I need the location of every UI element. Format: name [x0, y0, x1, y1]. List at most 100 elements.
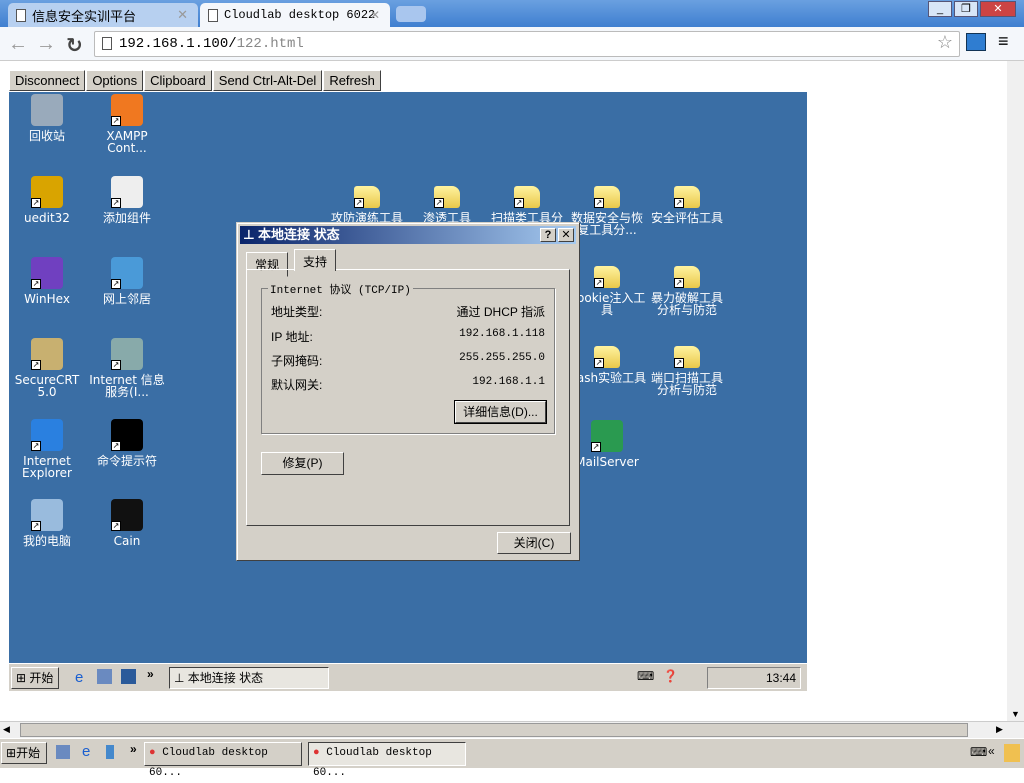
icon-label: Internet Explorer [22, 454, 72, 480]
browser-toolbar: ← → ↻ 192.168.1.100/122.html ☆ ≡ [0, 27, 1024, 61]
row-label: 子网掩码: [271, 354, 323, 368]
desktop-icon-folder[interactable]: ↗ 安全评估工具 [647, 180, 727, 224]
details-button[interactable]: 详细信息(D)... [454, 400, 547, 424]
options-button[interactable]: Options [86, 70, 144, 91]
quicklaunch-icon[interactable] [97, 669, 112, 684]
tab-support[interactable]: 支持 [294, 249, 337, 271]
task-label: Cloudlab desktop 60... [313, 747, 432, 779]
desktop-icon-ultraedit[interactable]: ↗ uedit32 [9, 176, 87, 224]
scroll-thumb[interactable] [20, 723, 968, 737]
desktop-icon-xampp[interactable]: ↗ XAMPP Cont... [87, 94, 167, 154]
disconnect-button[interactable]: Disconnect [9, 70, 86, 91]
back-icon[interactable]: ← [8, 33, 28, 56]
cmd-icon: ↗ [111, 419, 143, 451]
task-cloudlab-2[interactable]: ● Cloudlab desktop 60... [308, 742, 466, 779]
desktop-icon-securecrt[interactable]: ↗ SecureCRT 5.0 [9, 338, 87, 398]
desktop-icon-folder[interactable]: ↗ 攻防演练工具 [327, 180, 407, 224]
system-tray: 13:44 [707, 667, 801, 689]
extension-icon[interactable] [966, 33, 986, 51]
keyboard-icon[interactable]: ⌨ [637, 669, 654, 683]
folder-icon: ↗ [594, 346, 620, 368]
shortcut-arrow-icon: ↗ [111, 360, 121, 370]
shortcut-arrow-icon: ↗ [674, 198, 684, 208]
reload-icon[interactable]: ↻ [66, 33, 83, 58]
close-window-button[interactable]: ✕ [980, 1, 1016, 17]
quicklaunch-icon[interactable] [121, 669, 136, 684]
ie-quicklaunch-icon[interactable]: e [82, 743, 90, 760]
icon-label: 数据安全与恢复工具分... [570, 211, 643, 237]
desktop-icon-cmd[interactable]: ↗ 命令提示符 [87, 419, 167, 467]
close-tab-icon[interactable]: ✕ [177, 7, 188, 23]
icon-label: Cookie注入工具 [568, 291, 646, 317]
send-ctrl-alt-del-button[interactable]: Send Ctrl-Alt-Del [212, 70, 323, 91]
new-tab-button[interactable] [396, 6, 426, 22]
keyboard-icon[interactable]: ⌨ [970, 745, 987, 759]
task-cloudlab-1[interactable]: ● Cloudlab desktop 60... [144, 742, 302, 779]
repair-button[interactable]: 修复(P) [261, 452, 344, 475]
bookmark-star-icon[interactable]: ☆ [937, 32, 953, 56]
refresh-button[interactable]: Refresh [323, 70, 381, 91]
row-label: 地址类型: [271, 305, 323, 319]
icon-label: Internet 信息服务(I... [89, 373, 165, 399]
menu-icon[interactable]: ≡ [998, 31, 1009, 52]
task-label: 本地连接 状态 [187, 671, 264, 685]
desktop-icon-folder[interactable]: ↗ 渗透工具 [407, 180, 487, 224]
desktop-icon-iis[interactable]: ↗ Internet 信息服务(I... [87, 338, 167, 398]
network-places-icon: ↗ [111, 257, 143, 289]
desktop-icon-recycle-bin[interactable]: 回收站 [9, 94, 87, 142]
desktop-icon-folder[interactable]: ↗ 端口扫描工具分析与防范 [647, 340, 727, 396]
start-button[interactable]: ⊞开始 [1, 742, 47, 764]
task-local-connection[interactable]: ⊥ 本地连接 状态 [169, 667, 329, 689]
close-button[interactable]: 关闭(C) [497, 532, 571, 554]
help-button[interactable]: ? [540, 228, 556, 242]
ie-icon: ↗ [31, 419, 63, 451]
row-label: IP 地址: [271, 330, 313, 344]
desktop-icon-folder[interactable]: ↗ 暴力破解工具分析与防范 [647, 260, 727, 316]
start-button[interactable]: ⊞ 开始 [11, 667, 59, 689]
quicklaunch-icon[interactable] [106, 745, 114, 759]
tray-expand-icon[interactable]: « [988, 744, 995, 758]
icon-label: MailServer [575, 455, 639, 469]
forward-icon[interactable]: → [36, 33, 56, 56]
address-bar[interactable]: 192.168.1.100/122.html ☆ [94, 31, 960, 57]
shortcut-arrow-icon: ↗ [354, 198, 364, 208]
iis-icon: ↗ [111, 338, 143, 370]
horizontal-scrollbar[interactable]: ◀ ▶ [0, 721, 1024, 738]
restore-button[interactable]: ❐ [954, 1, 978, 17]
mailserver-icon: ↗ [591, 420, 623, 452]
desktop-icon-cain[interactable]: ↗ Cain [87, 499, 167, 547]
ie-quicklaunch-icon[interactable]: e [75, 669, 83, 686]
scroll-down-icon[interactable]: ▼ [1011, 709, 1020, 719]
tab-label: 信息安全实训平台 [32, 8, 137, 24]
scroll-left-icon[interactable]: ◀ [3, 724, 10, 735]
desktop-icon-network-places[interactable]: ↗ 网上邻居 [87, 257, 167, 305]
clipboard-button[interactable]: Clipboard [144, 70, 212, 91]
desktop-icon-add-components[interactable]: ↗ 添加组件 [87, 176, 167, 224]
close-icon[interactable]: ✕ [558, 228, 574, 242]
java-tray-icon[interactable] [1004, 744, 1020, 762]
folder-icon: ↗ [514, 186, 540, 208]
shortcut-arrow-icon: ↗ [31, 360, 41, 370]
start-label: 开始 [29, 671, 54, 685]
scroll-right-icon[interactable]: ▶ [996, 724, 1003, 735]
icon-label: 命令提示符 [96, 454, 157, 468]
desktop-icon-folder[interactable]: ↗ 扫描类工具分 [487, 180, 567, 224]
help-icon[interactable]: ❓ [663, 669, 678, 683]
close-tab-icon[interactable]: ✕ [370, 8, 380, 23]
desktop-icon-my-computer[interactable]: ↗ 我的电脑 [9, 499, 87, 547]
tcpip-group: Internet 协议 (TCP/IP) 地址类型: 通过 DHCP 指派 IP … [261, 281, 555, 434]
tab-info-security[interactable]: 信息安全实训平台 ✕ [8, 3, 198, 27]
tab-cloudlab[interactable]: Cloudlab desktop 6022 ✕ [200, 3, 390, 27]
desktop-icon-ie[interactable]: ↗ Internet Explorer [9, 419, 87, 479]
desktop-icon-winhex[interactable]: ↗ WinHex [9, 257, 87, 305]
vertical-scrollbar[interactable]: ▼ [1007, 61, 1024, 721]
shortcut-arrow-icon: ↗ [31, 279, 41, 289]
icon-label: 添加组件 [102, 211, 151, 225]
chevron-icon[interactable]: » [130, 742, 137, 756]
securecrt-icon: ↗ [31, 338, 63, 370]
minimize-button[interactable]: _ [928, 1, 952, 17]
chevron-icon[interactable]: » [147, 667, 154, 681]
dialog-titlebar[interactable]: ⊥ 本地连接 状态 ? ✕ [240, 226, 576, 244]
icon-label: XAMPP Cont... [106, 129, 148, 155]
quicklaunch-icon[interactable] [56, 745, 70, 759]
